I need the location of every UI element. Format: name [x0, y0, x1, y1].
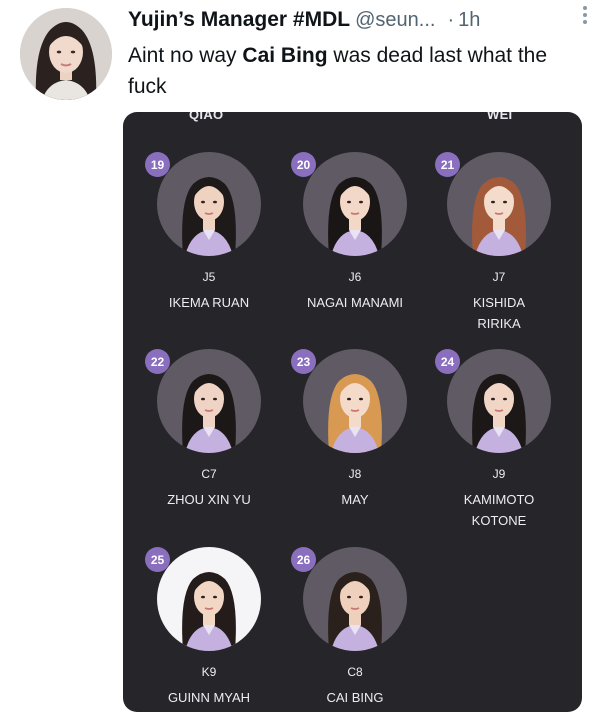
author-avatar-image: [20, 8, 112, 100]
tweet-text: Aint no way Cai Bing was dead last what …: [128, 40, 588, 102]
author-avatar[interactable]: [20, 8, 112, 100]
tweet-text-highlight: Cai Bing: [242, 44, 328, 67]
trainee-name: MAY: [341, 492, 369, 507]
rank-badge: 20: [291, 152, 316, 177]
cropped-label-right: WEI: [487, 112, 513, 122]
trainee-photo: [303, 349, 407, 453]
trainee-name: KAMIMOTO KOTONE: [463, 492, 535, 528]
more-options-icon[interactable]: [578, 2, 592, 28]
tweet-text-start: Aint no way: [128, 44, 243, 67]
trainee-photo: [157, 349, 261, 453]
rank-badge: 22: [145, 349, 170, 374]
trainee-photo: [157, 152, 261, 256]
tweet-header: Yujin’s Manager #MDL @seun... · 1h: [128, 6, 586, 34]
rank-badge: 19: [145, 152, 170, 177]
trainee-code: K9: [201, 665, 217, 679]
tweet-media-image[interactable]: QIAO WEI 19 J5 IKEMA RUAN 20 J6 NAGAI MANAMI 2…: [123, 112, 582, 712]
trainee-code: J7: [492, 270, 506, 284]
trainee-name: KISHIDA RIRIKA: [472, 295, 525, 331]
trainee-photo: [447, 152, 551, 256]
author-handle[interactable]: @seun...: [355, 9, 435, 32]
trainee-name: GUINN MYAH: [167, 690, 251, 705]
tweet-timestamp[interactable]: 1h: [458, 9, 480, 32]
trainee-code: C8: [347, 665, 363, 679]
rank-badge: 24: [435, 349, 460, 374]
trainee-code: C7: [201, 467, 217, 481]
rank-badge: 26: [291, 547, 316, 572]
separator-dot: ·: [447, 8, 455, 31]
trainee-photo: [303, 547, 407, 651]
trainee-photo: [303, 152, 407, 256]
trainee-code: J8: [348, 467, 362, 481]
trainee-photo: [447, 349, 551, 453]
cropped-label-left: QIAO: [189, 112, 224, 122]
rank-badge: 23: [291, 349, 316, 374]
trainee-name: ZHOU XIN YU: [167, 492, 251, 507]
trainee-name: CAI BING: [326, 690, 384, 705]
trainee-photo: [157, 547, 261, 651]
rank-badge: 25: [145, 547, 170, 572]
trainee-code: J9: [492, 467, 506, 481]
author-display-name[interactable]: Yujin’s Manager #MDL: [128, 8, 350, 32]
trainee-name: NAGAI MANAMI: [306, 295, 404, 310]
trainee-name: IKEMA RUAN: [168, 295, 250, 310]
trainee-code: J5: [202, 270, 216, 284]
rank-badge: 21: [435, 152, 460, 177]
trainee-code: J6: [348, 270, 362, 284]
